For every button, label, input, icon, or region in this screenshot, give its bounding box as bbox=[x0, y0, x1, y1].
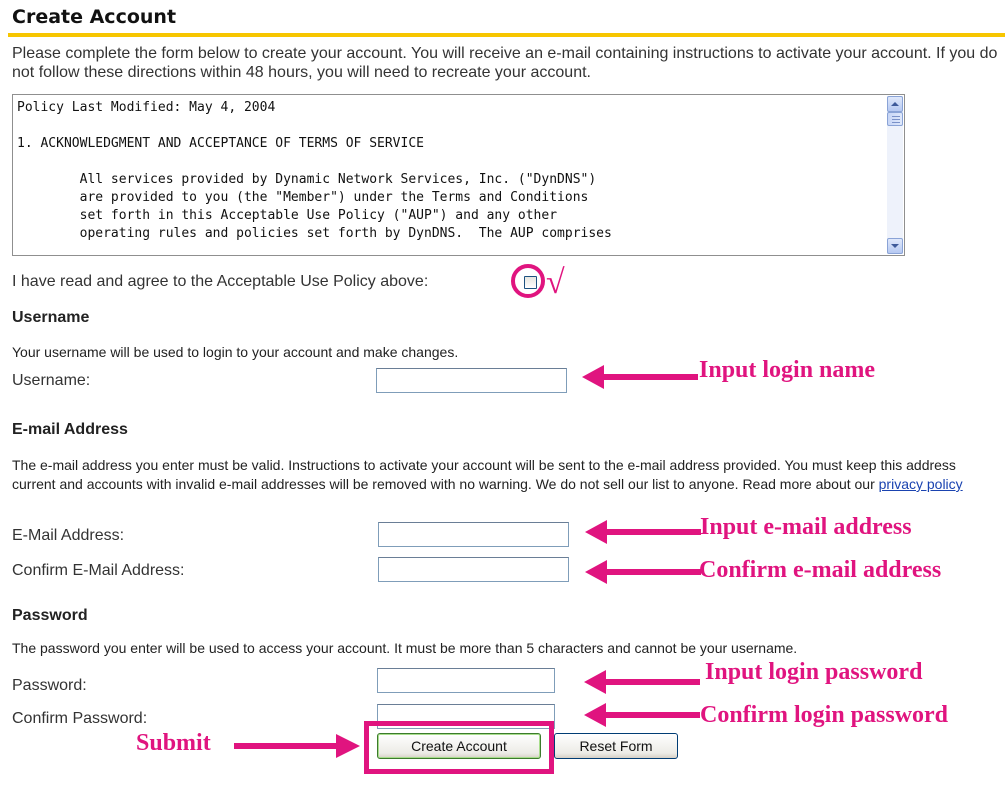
annotation-confirm-email: Confirm e-mail address bbox=[699, 557, 942, 583]
highlight-circle bbox=[511, 264, 545, 298]
policy-text: Policy Last Modified: May 4, 2004 1. ACK… bbox=[17, 100, 612, 241]
arrow-left-icon bbox=[584, 703, 700, 727]
email-heading: E-mail Address bbox=[12, 421, 128, 438]
arrow-right-icon bbox=[234, 734, 360, 758]
username-label: Username: bbox=[12, 372, 91, 389]
title-divider bbox=[8, 33, 1005, 37]
arrow-left-icon bbox=[582, 365, 698, 389]
username-input[interactable] bbox=[376, 368, 567, 393]
email-description: The e-mail address you enter must be val… bbox=[12, 457, 963, 492]
arrow-left-icon bbox=[584, 670, 700, 694]
arrow-left-icon bbox=[585, 520, 701, 544]
confirm-password-label: Confirm Password: bbox=[12, 710, 148, 727]
email-input[interactable] bbox=[378, 522, 569, 547]
password-heading: Password bbox=[12, 607, 88, 624]
check-mark-annotation: √ bbox=[546, 264, 565, 301]
scroll-down-arrow-icon[interactable] bbox=[887, 238, 903, 254]
arrow-left-icon bbox=[585, 560, 701, 584]
page-title: Create Account bbox=[12, 6, 177, 28]
annotation-login-name: Input login name bbox=[699, 357, 876, 383]
reset-form-button[interactable]: Reset Form bbox=[554, 733, 678, 759]
password-label: Password: bbox=[12, 677, 87, 694]
password-description: The password you enter will be used to a… bbox=[12, 640, 798, 656]
intro-text: Please complete the form below to create… bbox=[12, 45, 998, 81]
username-description: Your username will be used to login to y… bbox=[12, 344, 459, 360]
agree-label: I have read and agree to the Acceptable … bbox=[12, 273, 429, 290]
policy-textarea[interactable]: Policy Last Modified: May 4, 2004 1. ACK… bbox=[12, 94, 905, 256]
annotation-confirm-password: Confirm login password bbox=[700, 702, 949, 728]
annotation-submit: Submit bbox=[136, 730, 211, 756]
annotation-password: Input login password bbox=[705, 659, 923, 685]
create-account-button[interactable]: Create Account bbox=[377, 733, 541, 759]
privacy-policy-link[interactable]: privacy policy bbox=[879, 476, 963, 492]
username-heading: Username bbox=[12, 309, 90, 326]
policy-scrollbar[interactable] bbox=[887, 96, 903, 254]
confirm-email-input[interactable] bbox=[378, 557, 569, 582]
annotation-email: Input e-mail address bbox=[700, 514, 912, 540]
password-input[interactable] bbox=[377, 668, 555, 693]
scroll-up-arrow-icon[interactable] bbox=[887, 96, 903, 112]
email-label: E-Mail Address: bbox=[12, 527, 125, 544]
confirm-email-label: Confirm E-Mail Address: bbox=[12, 562, 185, 579]
scrollbar-thumb[interactable] bbox=[887, 112, 903, 126]
